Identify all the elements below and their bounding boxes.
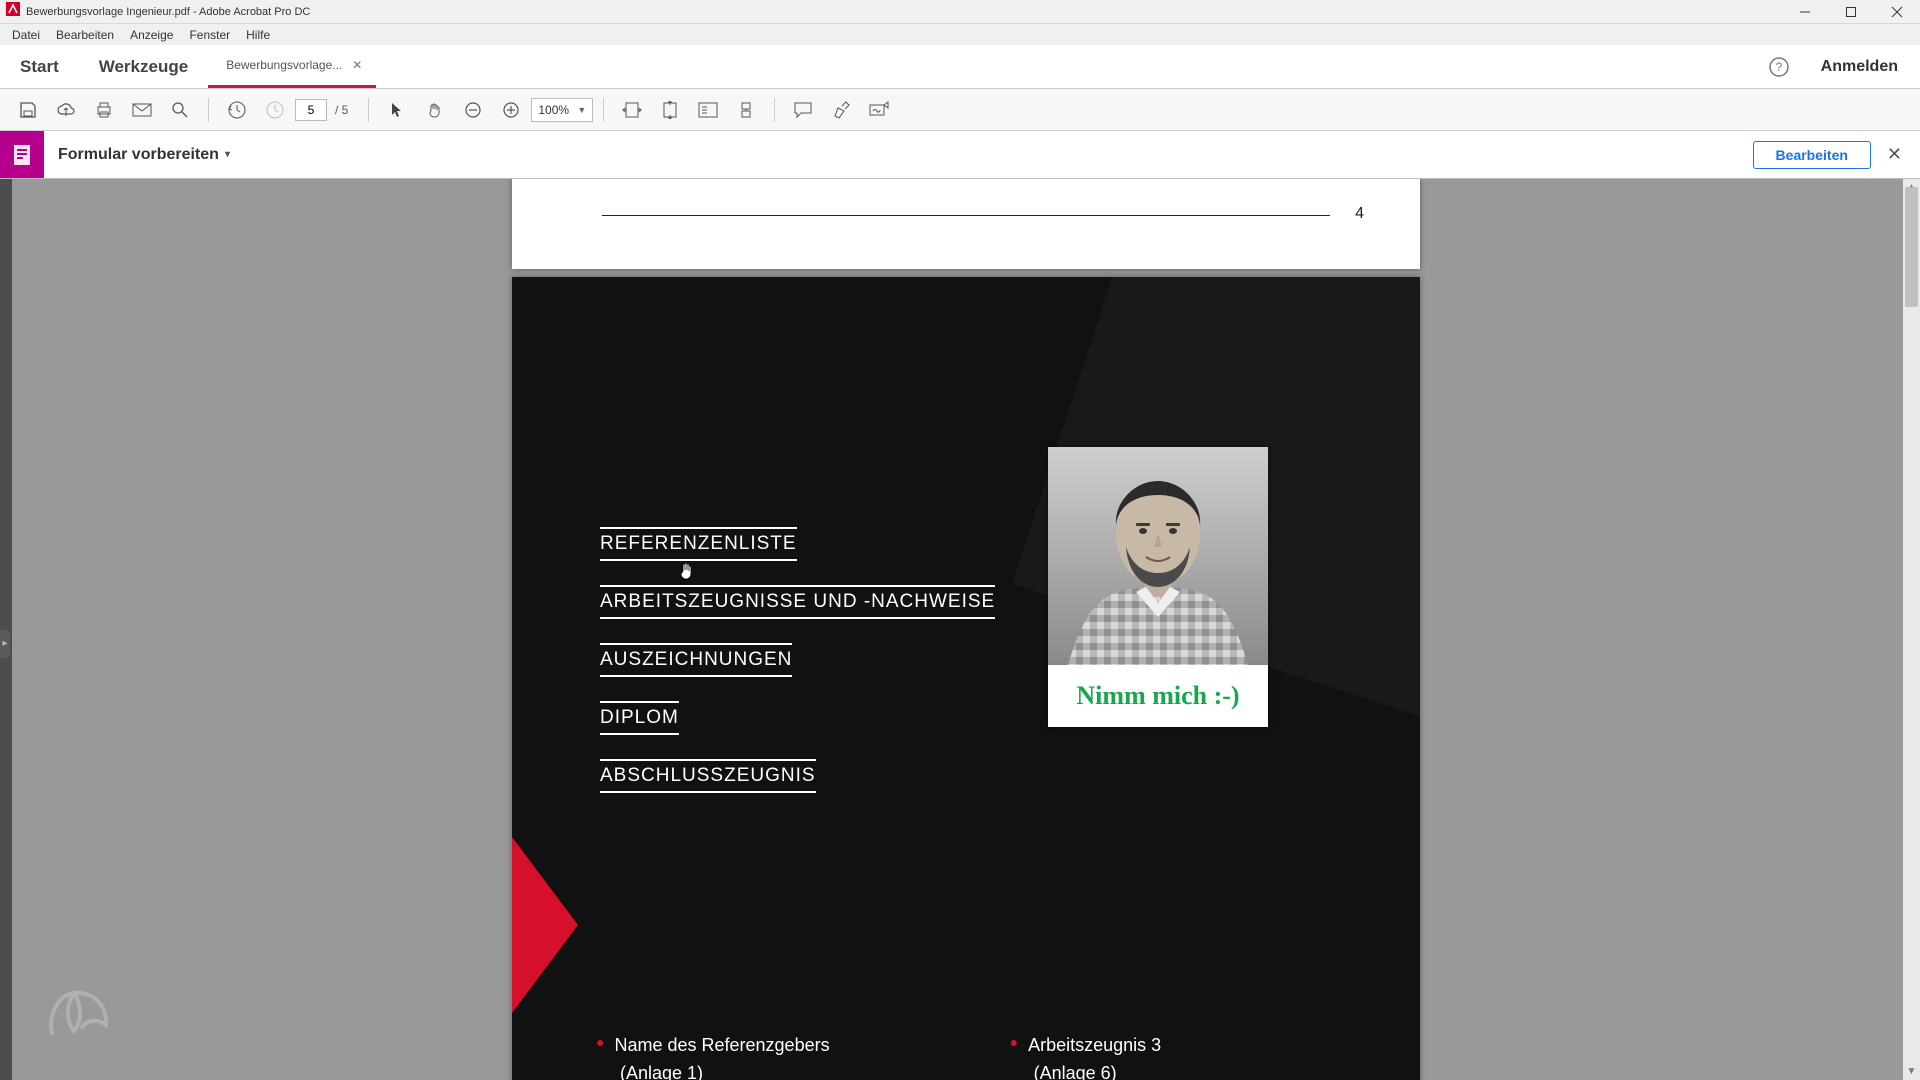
menubar: Datei Bearbeiten Anzeige Fenster Hilfe [0,24,1920,45]
close-tool-icon[interactable]: ✕ [1887,144,1902,165]
sign-in-link[interactable]: Anmelden [1799,58,1920,76]
section-heading: AUSZEICHNUNGEN [600,643,792,677]
menu-fenster[interactable]: Fenster [181,24,238,45]
zoom-in-icon[interactable] [493,92,529,128]
red-triangle-marker [512,837,578,1013]
select-tool-icon[interactable] [379,92,415,128]
scroll-thumb[interactable] [1905,187,1918,307]
chevron-down-icon: ▾ [225,149,230,160]
section-heading: ABSCHLUSSZEUGNIS [600,759,816,793]
tool-subheader: Formular vorbereiten ▾ Bearbeiten ✕ [0,131,1920,179]
section-heading: REFERENZENLISTE [600,527,797,561]
nav-pane-collapsed[interactable]: ▸ [0,179,12,1080]
help-button[interactable]: ? [1759,56,1799,78]
expand-nav-icon[interactable]: ▸ [0,630,10,658]
maximize-button[interactable] [1828,0,1874,24]
pdf-page-prev: 4 [512,179,1420,269]
tab-document[interactable]: Bewerbungsvorlage... ✕ [208,45,376,88]
acrobat-app-icon [6,2,20,21]
reading-mode-icon[interactable] [690,92,726,128]
menu-anzeige[interactable]: Anzeige [122,24,181,45]
document-canvas[interactable]: 4 REFERENZENLISTE ARBEITSZEUGNISSE UND -… [12,179,1903,1080]
form-tool-icon[interactable] [0,131,44,178]
tab-start[interactable]: Start [0,45,79,88]
zoom-level-select[interactable]: 100% ▼ [531,98,593,122]
search-icon[interactable] [162,92,198,128]
fit-width-icon[interactable] [614,92,650,128]
vertical-scrollbar[interactable]: ▲ ▼ [1903,179,1920,1080]
cloud-icon[interactable] [48,92,84,128]
section-heading: DIPLOM [600,701,679,735]
zoom-level-value: 100% [538,103,569,117]
close-window-button[interactable] [1874,0,1920,24]
minimize-button[interactable] [1782,0,1828,24]
mail-icon[interactable] [124,92,160,128]
scroll-mode-icon[interactable] [728,92,764,128]
highlight-icon[interactable] [823,92,859,128]
scroll-down-icon[interactable]: ▼ [1903,1063,1920,1080]
page-total-label: / 5 [335,103,348,117]
window-title: Bewerbungsvorlage Ingenieur.pdf - Adobe … [26,6,1782,18]
pdf-page-current: REFERENZENLISTE ARBEITSZEUGNISSE UND -NA… [512,277,1420,1080]
page-divider-line [602,215,1330,216]
svg-text:?: ? [1775,60,1782,74]
titlebar: Bewerbungsvorlage Ingenieur.pdf - Adobe … [0,0,1920,24]
workarea: ▸ 4 REFERENZENLISTE ARBEITSZEUGNISSE UND… [0,179,1920,1080]
signature-icon[interactable] [861,92,897,128]
bullet-icon: ● [1010,1032,1018,1054]
prev-view-icon[interactable] [219,92,255,128]
menu-hilfe[interactable]: Hilfe [238,24,278,45]
next-view-icon [257,92,293,128]
chevron-down-icon: ▼ [577,105,586,115]
zoom-out-icon[interactable] [455,92,491,128]
edit-button[interactable]: Bearbeiten [1753,141,1871,169]
section-heading: ARBEITSZEUGNISSE UND -NACHWEISE [600,585,995,619]
watermark-icon [42,975,120,1050]
photo-caption: Nimm mich :-) [1048,665,1268,727]
list-item: ●Name des Referenzgebers (Anlage 1) [596,1032,830,1080]
tab-tools[interactable]: Werkzeuge [79,45,208,88]
bullet-icon: ● [596,1032,604,1054]
photo-card: Nimm mich :-) [1048,447,1268,727]
list-item: ●Arbeitszeugnis 3 (Anlage 6) [1010,1032,1162,1080]
tabs-row: Start Werkzeuge Bewerbungsvorlage... ✕ ?… [0,45,1920,89]
attachment-list: ●Name des Referenzgebers (Anlage 1) ●Arb… [596,1032,1161,1080]
save-icon[interactable] [10,92,46,128]
print-icon[interactable] [86,92,122,128]
menu-bearbeiten[interactable]: Bearbeiten [48,24,122,45]
fit-page-icon[interactable] [652,92,688,128]
tab-document-label: Bewerbungsvorlage... [226,58,342,72]
close-tab-icon[interactable]: ✕ [352,58,362,72]
comment-icon[interactable] [785,92,821,128]
prev-page-number: 4 [1355,205,1364,223]
menu-datei[interactable]: Datei [4,24,48,45]
page-number-input[interactable]: 5 [295,99,327,121]
hand-tool-icon[interactable] [417,92,453,128]
applicant-photo [1048,447,1268,665]
main-toolbar: 5 / 5 100% ▼ [0,89,1920,131]
tool-section-label[interactable]: Formular vorbereiten ▾ [58,146,230,164]
